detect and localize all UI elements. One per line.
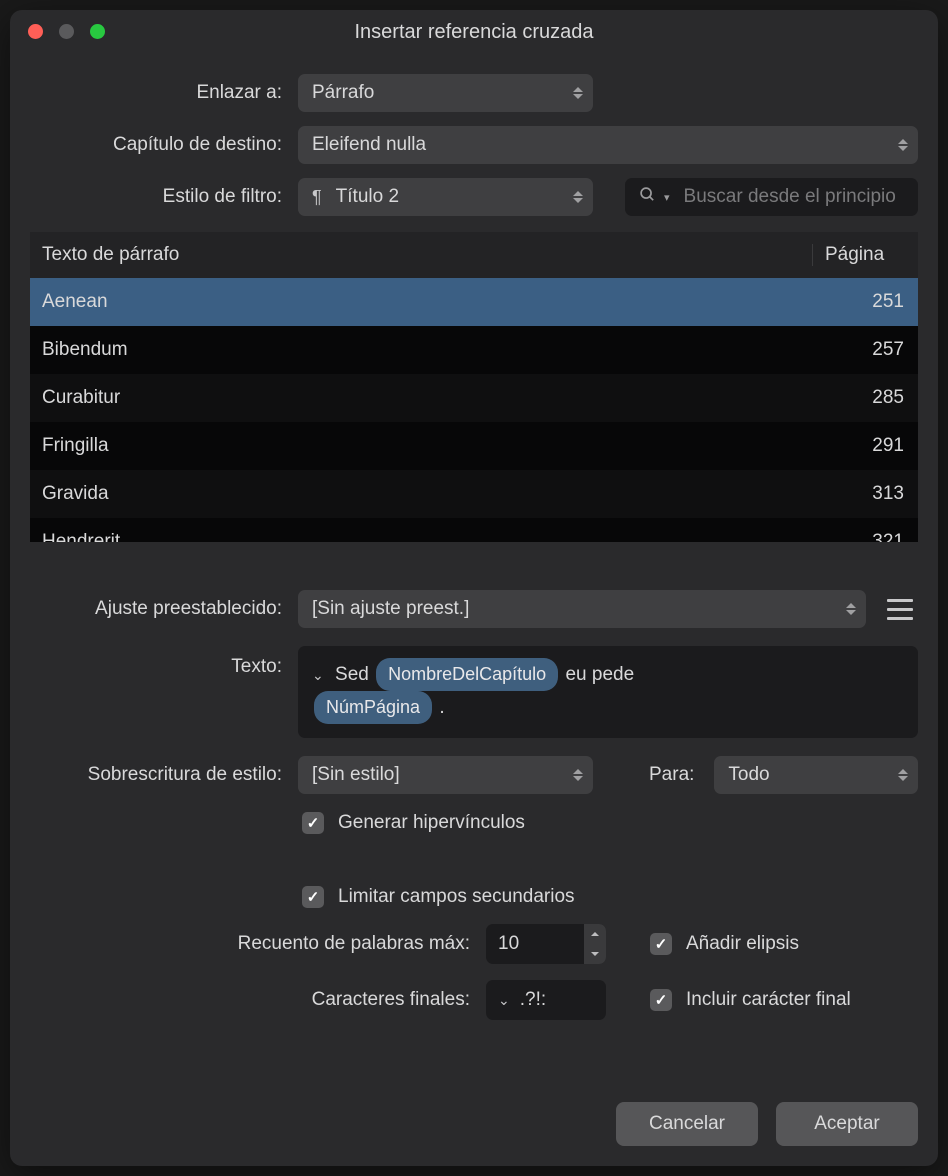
row-text: Gravida	[30, 483, 824, 505]
filter-value: Título 2	[336, 186, 399, 208]
dialog-footer: Cancelar Aceptar	[616, 1102, 918, 1146]
stepper-icon	[573, 191, 583, 203]
text-template-field[interactable]: ⌄ Sed NombreDelCapítulo eu pede NúmPágin…	[298, 646, 918, 738]
stepper-icon	[573, 769, 583, 781]
filter-select[interactable]: ¶ Título 2	[298, 178, 593, 216]
row-page: 313	[824, 483, 918, 505]
final-chars-input[interactable]: ⌄ .?!:	[486, 980, 606, 1020]
style-override-select[interactable]: [Sin estilo]	[298, 756, 593, 794]
text-suffix: .	[439, 697, 444, 718]
stepper-icon	[898, 139, 908, 151]
final-chars-value: .?!:	[520, 989, 546, 1011]
token-page-number[interactable]: NúmPágina	[314, 691, 432, 724]
include-final-label: Incluir carácter final	[686, 989, 851, 1011]
window-controls	[28, 24, 105, 39]
preset-menu-button[interactable]	[882, 594, 918, 624]
table-row[interactable]: Curabitur285	[30, 374, 918, 422]
pilcrow-icon: ¶	[312, 187, 322, 208]
minimize-icon[interactable]	[59, 24, 74, 39]
stepper-icon	[573, 87, 583, 99]
chevron-down-icon[interactable]: ⌄	[312, 664, 324, 688]
link-to-label: Enlazar a:	[30, 82, 282, 104]
chapter-label: Capítulo de destino:	[30, 134, 282, 156]
for-select[interactable]: Todo	[714, 756, 918, 794]
ok-button[interactable]: Aceptar	[776, 1102, 918, 1146]
add-ellipsis-label: Añadir elipsis	[686, 933, 799, 955]
close-icon[interactable]	[28, 24, 43, 39]
cancel-button[interactable]: Cancelar	[616, 1102, 758, 1146]
preset-value: [Sin ajuste preest.]	[312, 598, 469, 620]
include-final-checkbox[interactable]	[650, 989, 672, 1011]
stepper-icon	[846, 603, 856, 615]
style-override-label: Sobrescritura de estilo:	[30, 764, 282, 786]
filter-label: Estilo de filtro:	[30, 186, 282, 208]
row-page: 251	[824, 291, 918, 313]
window-title: Insertar referencia cruzada	[10, 21, 938, 44]
preset-select[interactable]: [Sin ajuste preest.]	[298, 590, 866, 628]
token-chapter-name[interactable]: NombreDelCapítulo	[376, 658, 558, 691]
col-text-header[interactable]: Texto de párrafo	[30, 244, 812, 266]
max-words-label: Recuento de palabras máx:	[30, 933, 470, 955]
link-to-select[interactable]: Párrafo	[298, 74, 593, 112]
text-prefix: Sed	[335, 664, 369, 685]
search-input[interactable]: ▾ Buscar desde el principio	[625, 178, 918, 216]
row-page: 285	[824, 387, 918, 409]
table-body: Aenean251Bibendum257Curabitur285Fringill…	[30, 278, 918, 542]
hyperlinks-checkbox[interactable]	[302, 812, 324, 834]
titlebar: Insertar referencia cruzada	[10, 10, 938, 54]
chapter-select[interactable]: Eleifend nulla	[298, 126, 918, 164]
table-row[interactable]: Fringilla291	[30, 422, 918, 470]
row-page: 321	[824, 531, 918, 542]
style-override-value: [Sin estilo]	[312, 764, 400, 786]
final-chars-label: Caracteres finales:	[30, 989, 470, 1011]
max-words-input[interactable]: 10	[486, 924, 606, 964]
row-text: Bibendum	[30, 339, 824, 361]
table-row[interactable]: Bibendum257	[30, 326, 918, 374]
zoom-icon[interactable]	[90, 24, 105, 39]
chapter-value: Eleifend nulla	[312, 134, 426, 156]
row-page: 291	[824, 435, 918, 457]
row-text: Hendrerit	[30, 531, 824, 542]
limit-secondary-checkbox[interactable]	[302, 886, 324, 908]
chevron-down-icon: ▾	[664, 191, 670, 204]
table-row[interactable]: Hendrerit321	[30, 518, 918, 542]
row-page: 257	[824, 339, 918, 361]
row-text: Curabitur	[30, 387, 824, 409]
row-text: Aenean	[30, 291, 824, 313]
for-label: Para:	[649, 764, 694, 786]
number-stepper[interactable]	[584, 924, 606, 964]
search-icon	[639, 186, 656, 208]
max-words-value: 10	[498, 933, 519, 955]
limit-secondary-label: Limitar campos secundarios	[338, 886, 575, 908]
stepper-icon	[898, 769, 908, 781]
for-value: Todo	[728, 764, 769, 786]
table-row[interactable]: Gravida313	[30, 470, 918, 518]
paragraph-table: Texto de párrafo Página Aenean251Bibendu…	[30, 232, 918, 542]
table-row[interactable]: Aenean251	[30, 278, 918, 326]
text-mid: eu pede	[565, 664, 634, 685]
dialog-window: Insertar referencia cruzada Enlazar a: P…	[10, 10, 938, 1166]
hyperlinks-label: Generar hipervínculos	[338, 812, 525, 834]
col-page-header[interactable]: Página	[812, 244, 918, 266]
link-to-value: Párrafo	[312, 82, 374, 104]
text-label: Texto:	[30, 646, 282, 738]
add-ellipsis-checkbox[interactable]	[650, 933, 672, 955]
search-placeholder: Buscar desde el principio	[684, 186, 904, 208]
chevron-down-icon[interactable]: ⌄	[498, 992, 510, 1009]
row-text: Fringilla	[30, 435, 824, 457]
table-header: Texto de párrafo Página	[30, 232, 918, 278]
preset-label: Ajuste preestablecido:	[30, 598, 282, 620]
